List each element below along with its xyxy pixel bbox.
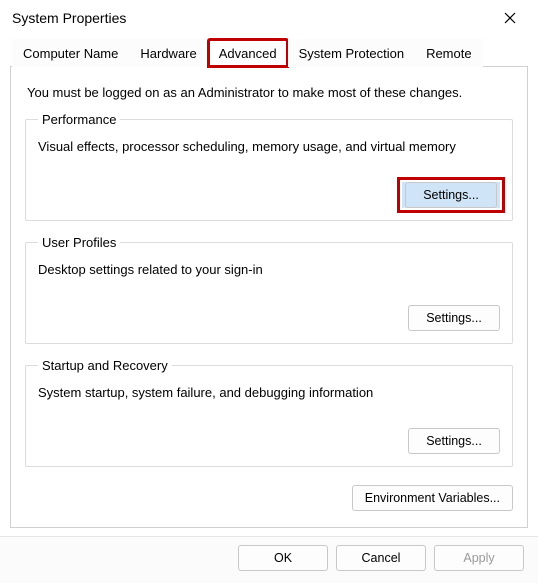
tabstrip: Computer Name Hardware Advanced System P… xyxy=(10,38,528,67)
body-area: Computer Name Hardware Advanced System P… xyxy=(0,34,538,536)
window-title: System Properties xyxy=(8,10,126,26)
environment-variables-button[interactable]: Environment Variables... xyxy=(352,485,513,511)
group-user-profiles-desc: Desktop settings related to your sign-in xyxy=(38,262,500,277)
performance-settings-highlight: Settings... xyxy=(402,182,500,208)
group-user-profiles-btn-row: Settings... xyxy=(38,305,500,331)
footer: OK Cancel Apply xyxy=(0,536,538,583)
group-performance: Performance Visual effects, processor sc… xyxy=(25,112,513,221)
startup-recovery-settings-button[interactable]: Settings... xyxy=(408,428,500,454)
tabpanel-advanced: You must be logged on as an Administrato… xyxy=(10,67,528,528)
group-user-profiles: User Profiles Desktop settings related t… xyxy=(25,235,513,344)
group-startup-recovery-btn-row: Settings... xyxy=(38,428,500,454)
group-user-profiles-legend: User Profiles xyxy=(38,235,120,250)
admin-note: You must be logged on as an Administrato… xyxy=(27,85,511,100)
ok-button[interactable]: OK xyxy=(238,545,328,571)
group-performance-btn-row: Settings... xyxy=(38,182,500,208)
apply-button[interactable]: Apply xyxy=(434,545,524,571)
system-properties-window: System Properties Computer Name Hardware… xyxy=(0,0,538,568)
performance-settings-button[interactable]: Settings... xyxy=(405,182,497,208)
group-startup-recovery: Startup and Recovery System startup, sys… xyxy=(25,358,513,467)
tab-system-protection[interactable]: System Protection xyxy=(288,39,416,67)
tab-remote[interactable]: Remote xyxy=(415,39,483,67)
user-profiles-settings-button[interactable]: Settings... xyxy=(408,305,500,331)
group-startup-recovery-legend: Startup and Recovery xyxy=(38,358,172,373)
close-icon xyxy=(504,12,516,24)
titlebar: System Properties xyxy=(0,0,538,34)
group-performance-legend: Performance xyxy=(38,112,120,127)
close-button[interactable] xyxy=(490,4,530,32)
group-startup-recovery-desc: System startup, system failure, and debu… xyxy=(38,385,500,400)
cancel-button[interactable]: Cancel xyxy=(336,545,426,571)
group-performance-desc: Visual effects, processor scheduling, me… xyxy=(38,139,500,154)
tab-computer-name[interactable]: Computer Name xyxy=(12,39,129,67)
env-vars-row: Environment Variables... xyxy=(25,485,513,511)
tab-hardware[interactable]: Hardware xyxy=(129,39,207,67)
tab-advanced[interactable]: Advanced xyxy=(208,39,288,67)
